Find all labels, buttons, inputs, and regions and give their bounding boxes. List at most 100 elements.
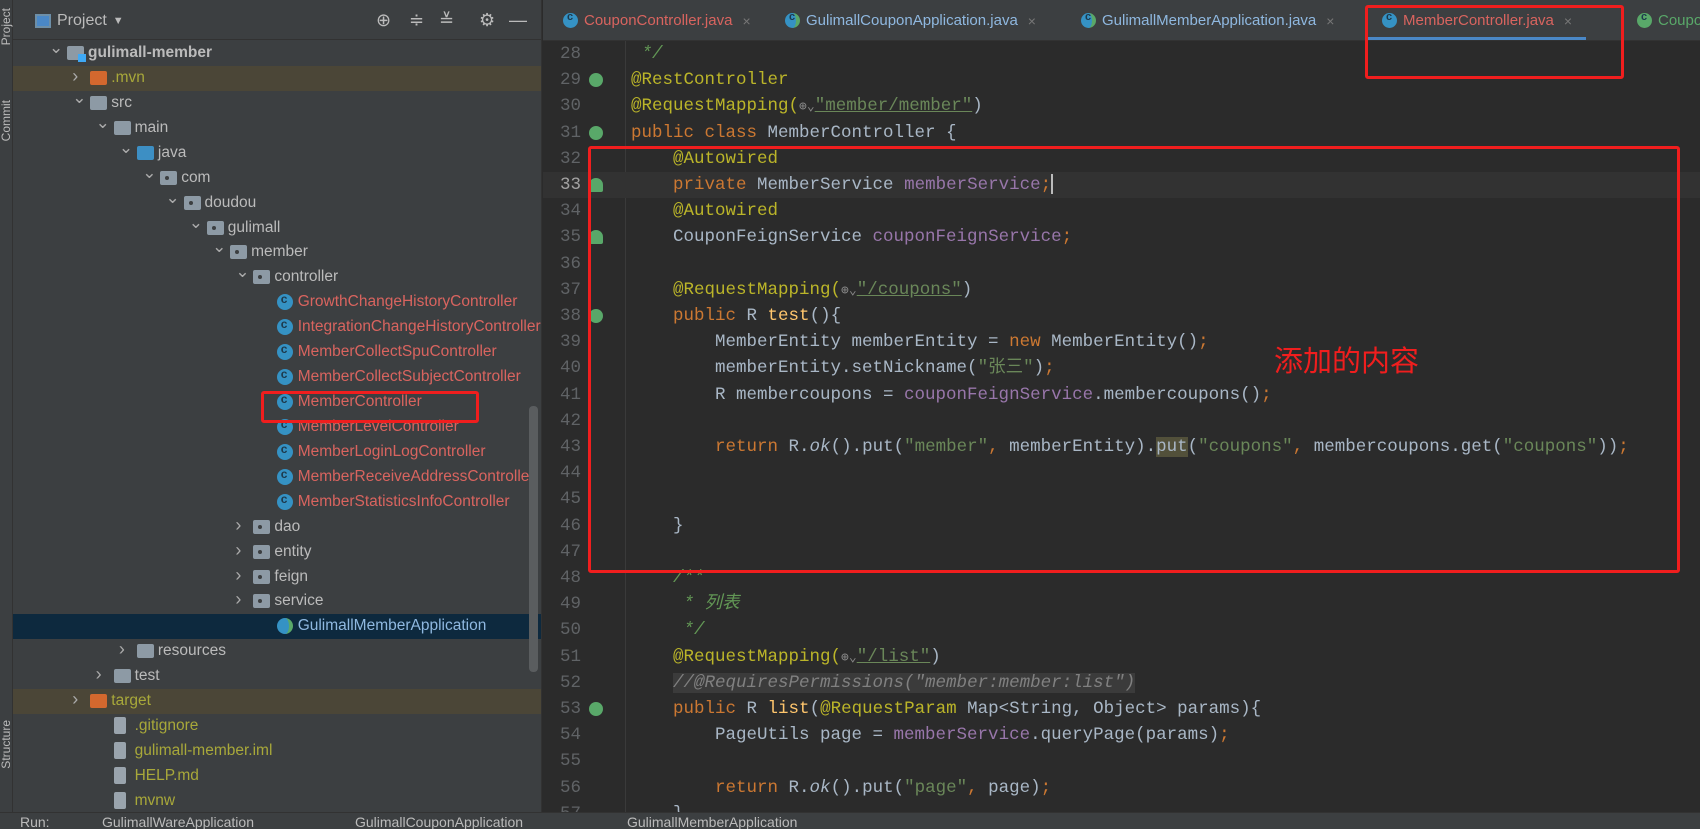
tree-item[interactable]: ⌄ member (13, 237, 541, 265)
cls-icon (276, 367, 293, 386)
chevron-down-icon[interactable]: ⌄ (72, 88, 86, 108)
close-icon[interactable]: × (742, 13, 750, 29)
project-title: Project (57, 12, 107, 29)
tree-item[interactable]: IntegrationChangeHistoryController (13, 315, 541, 340)
tree-item[interactable]: › test (13, 664, 541, 689)
chevron-right-icon[interactable]: › (72, 689, 78, 710)
run-tab-ware[interactable]: GulimallWareApplication (102, 814, 254, 829)
chevron-right-icon[interactable]: › (96, 664, 102, 685)
tree-item[interactable]: › target (13, 689, 541, 715)
bean-gutter-icon[interactable] (589, 125, 603, 140)
tree-item-label: main (134, 118, 169, 136)
tab-couponcontroller-java[interactable]: CouponController.java × (563, 0, 751, 40)
expand-all-icon[interactable]: ≑ (409, 10, 424, 31)
tree-item-label: mvnw (134, 791, 176, 809)
tree-item[interactable]: MemberCollectSubjectController (13, 365, 541, 390)
line-number: 45 (559, 489, 581, 510)
hide-icon[interactable]: — (509, 10, 527, 31)
tree-item[interactable]: ⌄ controller (13, 262, 541, 290)
tree-item-label: .gitignore (134, 717, 199, 735)
tree-item[interactable]: GulimallMemberApplication (13, 614, 541, 640)
gear-icon[interactable]: ⚙ (479, 10, 495, 31)
tab-gulimallcouponapplication-java[interactable]: GulimallCouponApplication.java × (785, 0, 1036, 40)
locate-icon[interactable]: ⊕ (376, 10, 391, 31)
chevron-down-icon[interactable]: ⌄ (235, 262, 249, 282)
tree-item[interactable]: .gitignore (13, 714, 541, 739)
tree-item[interactable]: › dao (13, 515, 541, 540)
tab-gulimallmemberapplication-java[interactable]: GulimallMemberApplication.java × (1081, 0, 1334, 40)
tree-item[interactable]: ⌄ com (13, 163, 541, 191)
folder-icon (113, 669, 131, 684)
code-token: public class (631, 122, 768, 143)
line-number: 48 (559, 568, 581, 588)
chevron-right-icon[interactable]: › (235, 589, 241, 610)
tree-item[interactable]: MemberCollectSpuController (13, 340, 541, 365)
pkg-icon (253, 544, 271, 559)
chevron-right-icon[interactable]: › (235, 565, 241, 586)
line-number: 31 (559, 122, 581, 143)
chevron-right-icon[interactable]: › (235, 540, 241, 561)
tree-item[interactable]: ⌄ gulimall (13, 213, 541, 241)
tree-item[interactable]: ⌄ src (13, 88, 541, 116)
line-number: 38 (559, 306, 581, 326)
chevron-right-icon[interactable]: › (72, 66, 78, 87)
tree-item[interactable]: ⌄ gulimall-member (13, 38, 541, 66)
chevron-down-icon[interactable]: ⌄ (49, 38, 63, 58)
commit-tool-button[interactable]: Commit (0, 100, 13, 141)
tree-item[interactable]: MemberStatisticsInfoController (13, 490, 541, 515)
chevron-down-icon[interactable]: ⌄ (212, 237, 226, 257)
tree-item[interactable]: › feign (13, 565, 541, 590)
project-view-selector[interactable]: Project ▼ (35, 12, 124, 30)
tree-item[interactable]: mvnw (13, 789, 541, 812)
code-token: */ (631, 620, 705, 641)
tree-item[interactable]: ⌄ main (13, 113, 541, 141)
code-token: ( (809, 699, 821, 719)
tree-item[interactable]: › service (13, 589, 541, 614)
chevron-right-icon[interactable]: › (119, 639, 125, 660)
tree-item[interactable]: gulimall-member.iml (13, 739, 541, 764)
close-icon[interactable]: × (1326, 13, 1334, 29)
chevron-down-icon[interactable]: ⌄ (142, 163, 156, 183)
tree-item-label: HELP.md (134, 766, 199, 784)
tree-item[interactable]: GrowthChangeHistoryController (13, 290, 541, 315)
tree-item[interactable]: › .mvn (13, 65, 541, 91)
web-gutter-icon[interactable] (589, 702, 603, 716)
tree-item-label: member (251, 243, 308, 261)
line-number: 35 (559, 227, 581, 248)
tree-item-label: controller (274, 268, 339, 286)
code-token: */ (631, 44, 663, 64)
code-token: @RestController (631, 70, 789, 91)
code-token: Map<String, Object> params){ (967, 699, 1262, 719)
close-icon[interactable]: × (1028, 13, 1036, 29)
project-tool-button[interactable]: Project (0, 8, 13, 45)
code-token: .queryPage(params) (1030, 725, 1220, 746)
folder-icon (136, 644, 154, 659)
chevron-down-icon[interactable]: ⌄ (166, 188, 180, 208)
tree-scrollbar[interactable] (529, 406, 538, 672)
tree-item[interactable]: ⌄ java (13, 138, 541, 166)
chevron-down-icon[interactable]: ⌄ (96, 113, 110, 133)
tab-couponf[interactable]: CouponF (1637, 0, 1700, 40)
code-token: , (967, 777, 989, 798)
tree-item[interactable]: MemberLoginLogController (13, 440, 541, 465)
run-tab-member[interactable]: GulimallMemberApplication (627, 814, 797, 829)
orange-icon (90, 70, 108, 85)
tree-item[interactable]: › resources (13, 639, 541, 664)
structure-tool-button[interactable]: Structure (0, 720, 13, 769)
chevron-right-icon[interactable]: › (235, 515, 241, 536)
tree-item[interactable]: HELP.md (13, 764, 541, 789)
run-tab-coupon[interactable]: GulimallCouponApplication (355, 814, 523, 829)
code-token: } (631, 804, 684, 812)
tree-item[interactable]: ⌄ doudou (13, 188, 541, 216)
bean-gutter-icon[interactable] (589, 73, 603, 88)
tree-item[interactable]: MemberReceiveAddressController (13, 465, 541, 490)
chevron-down-icon[interactable]: ⌄ (189, 213, 203, 233)
collapse-all-icon[interactable]: ≚ (439, 10, 454, 31)
tree-item-label: gulimall-member (88, 44, 213, 61)
line-number: 46 (559, 515, 581, 536)
chevron-down-icon[interactable]: ⌄ (119, 138, 133, 158)
cls-icon (276, 442, 293, 460)
tree-item[interactable]: › entity (13, 540, 541, 565)
code-line: 57 } (543, 801, 1700, 812)
